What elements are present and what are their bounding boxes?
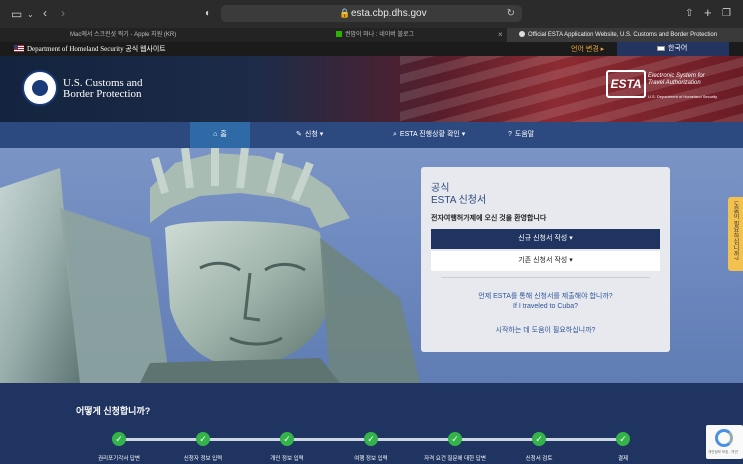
- main-nav: ⌂ 홈 ✎ 신청 ▾ ⌕ ESTA 진행상황 확인 ▾ ? 도움말: [0, 122, 743, 148]
- privacy-shield-icon[interactable]: ◐: [205, 8, 211, 20]
- tab-bar: Mac에서 스크린샷 찍기 - Apple 지원 (KR) 권맘이 마나 : 네…: [0, 28, 743, 42]
- chevron-down-icon[interactable]: ⌄: [27, 9, 34, 21]
- card-title: ESTA 신청서: [431, 195, 487, 206]
- language-change-link[interactable]: 언어 변경 ▸: [571, 44, 604, 54]
- when-to-apply-link[interactable]: 언제 ESTA를 통해 신청서를 제출해야 합니까?: [421, 291, 670, 301]
- how-to-apply-section: 어떻게 신청합니까? ✓ ✓ ✓ ✓ ✓ ✓ ✓ 권리포기각서 답변 신청자 정…: [0, 383, 743, 464]
- step-check-icon: ✓: [616, 432, 630, 446]
- gov-banner-text: Department of Homeland Security 공식 웹사이트: [27, 45, 166, 53]
- help-side-tab-label: 도움이 필요하십니까?: [732, 201, 738, 261]
- tab-label: Mac에서 스크린샷 찍기 - Apple 지원 (KR): [70, 32, 177, 38]
- back-icon[interactable]: ‹: [43, 7, 47, 19]
- card-divider: [441, 277, 650, 278]
- nav-apply[interactable]: ✎ 신청 ▾: [296, 122, 323, 148]
- esta-tagline-1: Electronic System for: [648, 73, 705, 79]
- dhs-seal-icon: [22, 70, 58, 106]
- caret-right-icon: ▸: [600, 46, 605, 53]
- step-label: 결제: [617, 456, 629, 462]
- nav-help-label: 도움말: [514, 131, 535, 138]
- esta-tagline: Electronic System for Travel Authorizati…: [648, 73, 705, 87]
- share-icon[interactable]: ⇧: [685, 8, 693, 20]
- steps-title: 어떻게 신청합니까?: [76, 406, 151, 416]
- search-icon: ⌕: [393, 131, 397, 138]
- existing-application-button[interactable]: 기존 신청서 작성 ▾: [431, 251, 660, 271]
- recaptcha-terms: 개인정보 보호 - 약관: [708, 450, 738, 454]
- recaptcha-icon: [715, 429, 733, 447]
- esta-application-card: 공식 ESTA 신청서 전자여행허가제에 오신 것을 환영합니다 신규 신청서 …: [421, 167, 670, 352]
- esta-department: U.S. Department of Homeland Security: [648, 94, 718, 99]
- help-side-tab[interactable]: 도움이 필요하십니까?: [728, 197, 743, 271]
- tab-label: 권맘이 마나 : 네이버 블로그: [345, 32, 415, 38]
- nav-check-status[interactable]: ⌕ ESTA 진행상황 확인 ▾: [393, 122, 465, 148]
- site-header: U.S. Customs and Border Protection ESTA …: [0, 56, 743, 122]
- language-selector[interactable]: 한국어: [617, 42, 729, 56]
- language-change-label: 언어 변경: [571, 46, 599, 53]
- reload-icon[interactable]: ↻: [507, 8, 515, 19]
- close-tab-icon[interactable]: ×: [498, 28, 503, 42]
- tab-label: Official ESTA Application Website, U.S. …: [528, 32, 718, 38]
- esta-tagline-2: Travel Authorization: [648, 80, 701, 86]
- new-application-button[interactable]: 신규 신청서 작성 ▾: [431, 229, 660, 249]
- caret-down-icon: ▾: [461, 131, 466, 138]
- pencil-icon: ✎: [296, 131, 302, 138]
- nav-help[interactable]: ? 도움말: [508, 122, 534, 148]
- tab-overview-icon[interactable]: ❐: [722, 8, 731, 20]
- question-icon: ?: [508, 131, 512, 138]
- browser-toolbar: ▭ ⌄ ‹ › ◐ 🔒 esta.cbp.dhs.gov ↻ ⇧ + ❐: [0, 0, 743, 28]
- welcome-text: 전자여행허가제에 오신 것을 환영합니다: [431, 215, 547, 222]
- agency-line2: Border Protection: [63, 88, 142, 100]
- step-check-icon: ✓: [448, 432, 462, 446]
- flag-backdrop: [400, 56, 743, 122]
- lock-icon: 🔒: [339, 8, 351, 18]
- address-bar[interactable]: 🔒 esta.cbp.dhs.gov ↻: [221, 5, 522, 22]
- statue-of-liberty-image: [0, 148, 420, 383]
- step-check-icon: ✓: [364, 432, 378, 446]
- sidebar-toggle-icon[interactable]: ▭: [11, 8, 22, 20]
- need-help-link[interactable]: 시작하는 데 도움이 필요하십니까?: [421, 325, 670, 335]
- nav-check-status-label: ESTA 진행상황 확인: [399, 131, 460, 138]
- korea-flag-icon: [657, 45, 665, 51]
- esta-logo[interactable]: ESTA: [606, 70, 646, 98]
- language-selected: 한국어: [668, 45, 688, 52]
- step-check-icon: ✓: [196, 432, 210, 446]
- new-tab-icon[interactable]: +: [704, 6, 712, 19]
- address-url: esta.cbp.dhs.gov: [351, 8, 427, 19]
- step-check-icon: ✓: [280, 432, 294, 446]
- home-icon: ⌂: [213, 131, 218, 138]
- recaptcha-badge[interactable]: 개인정보 보호 - 약관: [706, 425, 743, 459]
- forward-icon[interactable]: ›: [61, 7, 65, 19]
- us-flag-icon: [14, 45, 24, 52]
- nav-home[interactable]: ⌂ 홈: [190, 122, 250, 148]
- nav-home-label: 홈: [220, 131, 227, 138]
- tab-naver-blog[interactable]: 권맘이 마나 : 네이버 블로그: [336, 28, 496, 42]
- step-check-icon: ✓: [112, 432, 126, 446]
- hero-section: 공식 ESTA 신청서 전자여행허가제에 오신 것을 환영합니다 신규 신청서 …: [0, 148, 743, 383]
- gov-banner: Department of Homeland Security 공식 웹사이트 …: [0, 42, 743, 56]
- tab-esta[interactable]: Official ESTA Application Website, U.S. …: [507, 28, 743, 42]
- step-check-icon: ✓: [532, 432, 546, 446]
- cuba-travel-link[interactable]: If I traveled to Cuba?: [421, 303, 670, 310]
- nav-apply-label: 신청: [304, 131, 318, 138]
- tab-apple-support[interactable]: Mac에서 스크린샷 찍기 - Apple 지원 (KR): [68, 28, 248, 42]
- esta-favicon-icon: [519, 31, 525, 38]
- caret-down-icon: ▾: [319, 131, 324, 138]
- agency-name[interactable]: U.S. Customs and Border Protection: [63, 78, 142, 100]
- naver-icon: [336, 31, 342, 38]
